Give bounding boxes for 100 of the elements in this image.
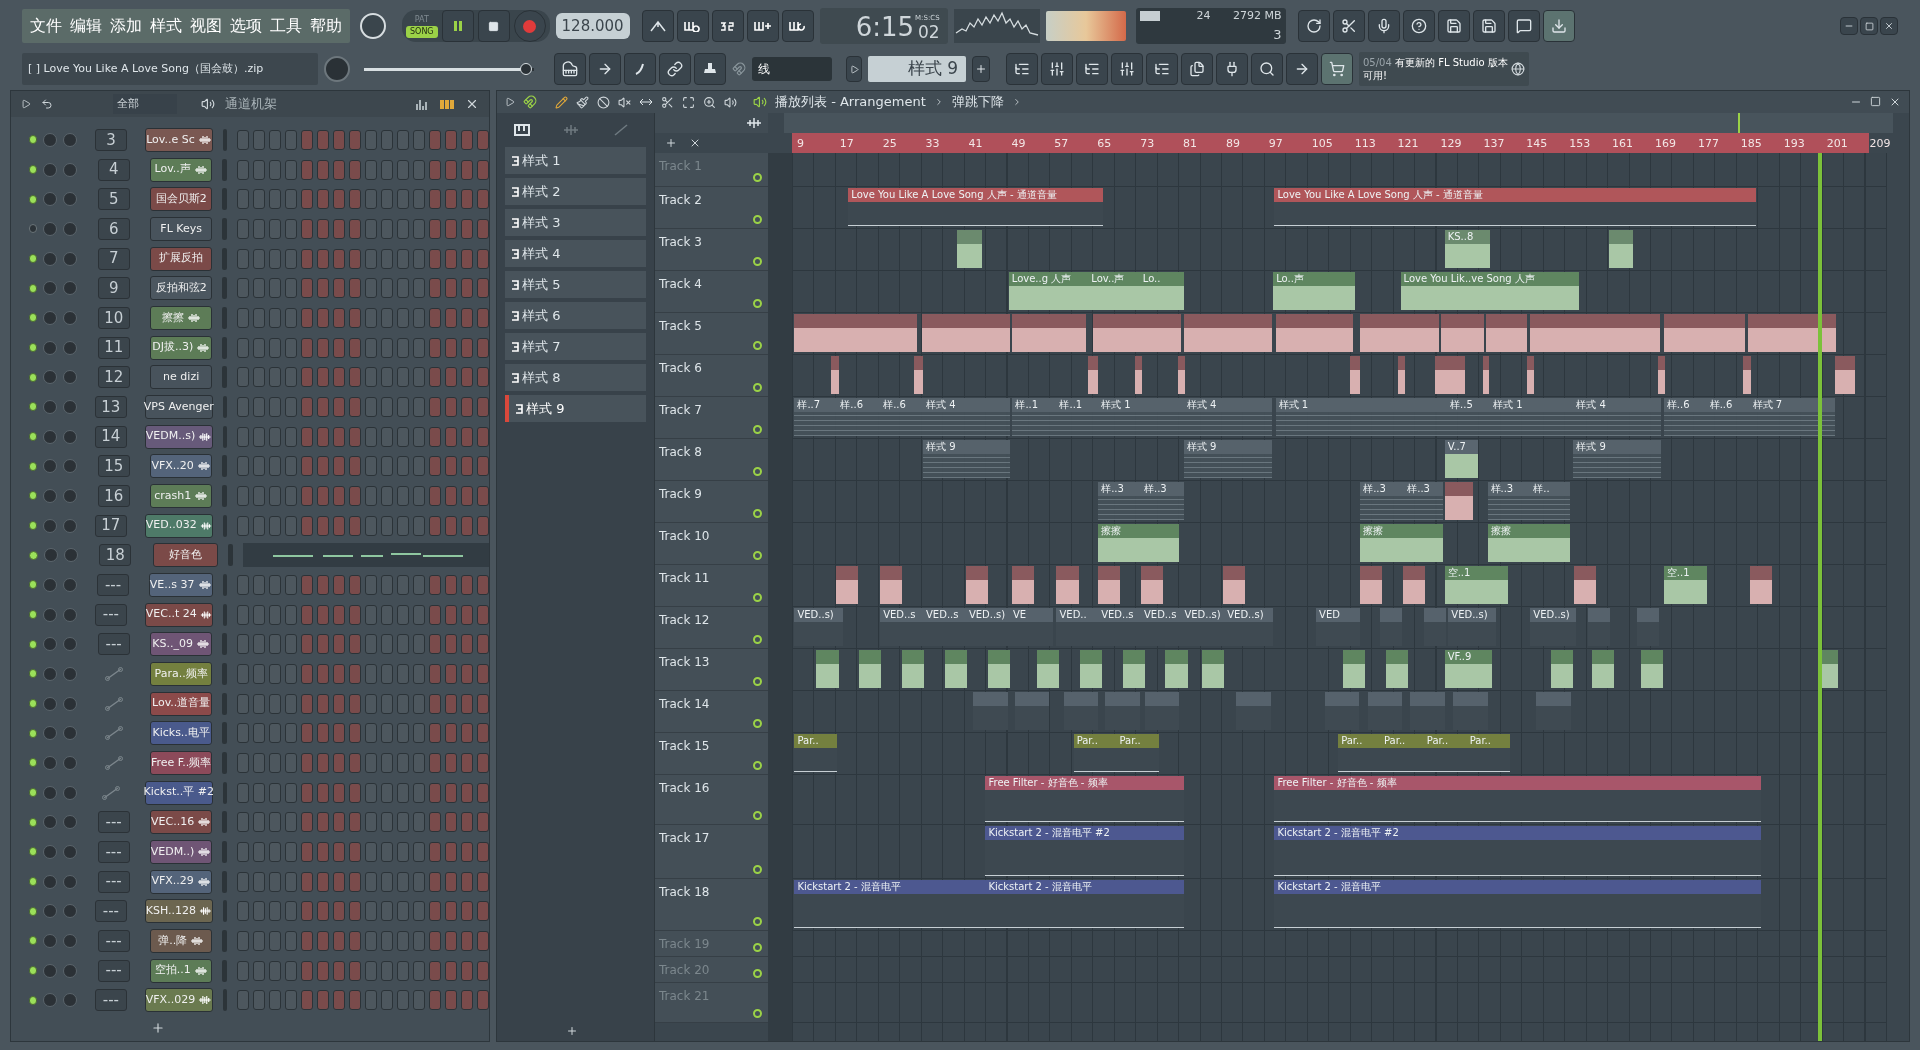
channel-button[interactable]: Lov..道音量: [149, 691, 213, 716]
track-header[interactable]: Track 6: [655, 355, 768, 397]
brush-icon[interactable]: [576, 95, 589, 109]
steps-icon[interactable]: [439, 98, 455, 110]
pattern-item[interactable]: 样式 4: [505, 240, 646, 267]
volume-knob[interactable]: [43, 251, 58, 266]
menu-item[interactable]: 视图: [190, 14, 222, 38]
track-enable-icon[interactable]: [753, 551, 762, 560]
track-header[interactable]: Track 16: [655, 775, 768, 825]
mode-toggle[interactable]: SONG: [406, 26, 438, 38]
selection-bar[interactable]: [222, 989, 227, 1012]
audio-clip[interactable]: [987, 650, 1010, 688]
track-header[interactable]: Track 10: [655, 523, 768, 565]
overview-strip[interactable]: [784, 113, 1893, 133]
mixer-track-number[interactable]: ---: [94, 900, 127, 923]
close-icon[interactable]: [1889, 96, 1901, 108]
audio-clip[interactable]: [1640, 650, 1663, 688]
volume-knob[interactable]: [43, 370, 58, 385]
volume-knob[interactable]: [43, 815, 58, 830]
playlist-icon[interactable]: [1006, 53, 1038, 85]
channel-button[interactable]: VEC..16: [149, 810, 213, 835]
track-enable-icon[interactable]: [753, 257, 762, 266]
audio-clip[interactable]: [1835, 356, 1855, 394]
channel-button[interactable]: 好音色: [152, 543, 218, 568]
audio-clip[interactable]: [1441, 314, 1484, 352]
channel-button[interactable]: VFX..29: [149, 869, 213, 894]
audio-clip[interactable]: [1236, 692, 1271, 730]
magnet-icon[interactable]: [523, 95, 537, 109]
channel-led[interactable]: [29, 669, 38, 679]
track-header[interactable]: Track 4: [655, 271, 768, 313]
audio-clip[interactable]: [1587, 608, 1610, 646]
audio-clip[interactable]: [1367, 692, 1402, 730]
volume-knob[interactable]: [42, 429, 57, 444]
mixer-track-number[interactable]: ---: [97, 573, 130, 596]
menu-item[interactable]: 帮助: [310, 14, 342, 38]
channel-led[interactable]: [29, 610, 37, 620]
piano-icon[interactable]: [554, 53, 586, 85]
channel-button[interactable]: VPS Avenger: [144, 394, 213, 419]
selection-bar[interactable]: [222, 959, 227, 982]
channel-button[interactable]: 擦擦: [149, 305, 213, 330]
channel-button[interactable]: 空拍..1: [149, 958, 213, 983]
channel-button[interactable]: Para..频率: [149, 661, 213, 686]
selection-bar[interactable]: [222, 484, 227, 507]
files-icon[interactable]: [1181, 53, 1213, 85]
audio-clip[interactable]: [1088, 356, 1099, 394]
pan-knob[interactable]: [63, 933, 78, 948]
track-enable-icon[interactable]: [753, 719, 762, 728]
selection-bar[interactable]: [222, 603, 227, 626]
volume-knob[interactable]: [43, 221, 58, 236]
audio-clip[interactable]: [957, 230, 982, 268]
pan-knob[interactable]: [62, 993, 77, 1008]
mixer-track-number[interactable]: ---: [97, 929, 130, 952]
microphone-icon[interactable]: [1367, 10, 1400, 42]
mute-icon[interactable]: [618, 95, 631, 109]
countdown-icon[interactable]: [711, 10, 744, 42]
channel-led[interactable]: [29, 432, 37, 442]
audio-clip[interactable]: [914, 356, 923, 394]
channel-button[interactable]: Kicks..电平: [149, 721, 213, 746]
close-icon[interactable]: [689, 137, 701, 149]
track-enable-icon[interactable]: [753, 509, 762, 518]
mixer-track-number[interactable]: ---: [97, 959, 130, 982]
track-enable-icon[interactable]: [753, 761, 762, 770]
audio-clip[interactable]: [902, 650, 925, 688]
mixer-track-number[interactable]: 11: [97, 336, 130, 359]
audio-clip[interactable]: [831, 356, 839, 394]
mixer-track-number[interactable]: ---: [97, 633, 130, 656]
filter-dropdown[interactable]: 全部: [113, 94, 177, 114]
audio-clip[interactable]: [1079, 650, 1102, 688]
pan-knob[interactable]: [63, 251, 78, 266]
mixer-track-number[interactable]: 9: [97, 277, 130, 300]
audio-clip[interactable]: [1385, 650, 1408, 688]
channel-led[interactable]: [29, 966, 38, 976]
chat-icon[interactable]: [1507, 10, 1540, 42]
channel-button[interactable]: VFX..20: [149, 454, 213, 479]
pan-knob[interactable]: [62, 518, 77, 533]
pencil-icon[interactable]: [555, 95, 568, 109]
menu-item[interactable]: 样式: [150, 14, 182, 38]
channel-button[interactable]: 反拍和弦2: [149, 276, 213, 301]
track-header[interactable]: Track 2: [655, 187, 768, 229]
volume-knob[interactable]: [43, 844, 58, 859]
audio-clip[interactable]: [1749, 566, 1772, 604]
audio-clip[interactable]: [1350, 356, 1361, 394]
audio-clip[interactable]: [794, 314, 917, 352]
volume-knob[interactable]: [43, 933, 58, 948]
track-header[interactable]: Track 13: [655, 649, 768, 691]
volume-knob[interactable]: [43, 666, 58, 681]
selection-bar[interactable]: [222, 900, 227, 923]
channel-button[interactable]: FL Keys: [149, 216, 213, 241]
selection-bar[interactable]: [222, 929, 227, 952]
audio-clip[interactable]: [1482, 356, 1489, 394]
audio-clip[interactable]: [1453, 692, 1488, 730]
mixer-track-number[interactable]: 16: [97, 484, 130, 507]
volume-knob[interactable]: [43, 963, 58, 978]
audio-clip[interactable]: [1591, 650, 1614, 688]
audio-clip[interactable]: [1444, 482, 1473, 520]
selection-bar[interactable]: [222, 692, 227, 715]
volume-knob[interactable]: [43, 696, 58, 711]
audio-clip[interactable]: [1530, 314, 1661, 352]
audio-clip[interactable]: [1014, 692, 1050, 730]
channel-led[interactable]: [29, 372, 38, 382]
